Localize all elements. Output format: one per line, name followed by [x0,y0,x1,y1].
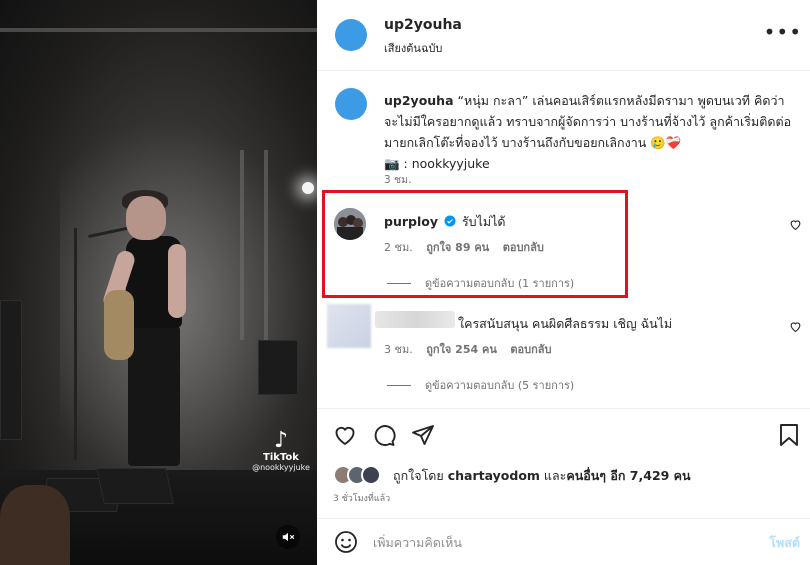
guitar [104,290,134,360]
likes-summary: ถูกใจโดย chartayodom และคนอื่นๆ อีก 7,42… [333,465,691,487]
liked-by-user[interactable]: chartayodom [448,468,540,483]
replies-dash [387,384,411,386]
caption-credit-prefix: 📷 : [384,156,412,171]
tiktok-logo-icon: ♪ [273,428,289,453]
lighting-truss [264,150,268,340]
view-replies-label: ดูข้อความตอบกลับ (5 รายการ) [425,379,575,392]
lighting-truss [0,28,317,32]
comment-like-heart-icon[interactable] [789,218,802,231]
liked-by-text: ถูกใจโดย chartayodom และคนอื่นๆ อีก 7,42… [393,466,691,486]
performer-legs [128,326,180,466]
commenter-username-blurred [375,311,455,328]
caption-time: 3 ชม. [384,174,412,186]
tiktok-brand: TikTok [263,452,299,463]
caption-credit: nookkyyjuke [411,156,490,171]
comment-line: ใครสนับสนุน คนผิดศีลธรรม เชิญ ฉันไม่ [458,314,672,334]
post-video[interactable]: ♪ TikTok @nookkyyjuke [0,0,317,565]
commenter-avatar-blurred[interactable] [327,304,371,348]
author-avatar[interactable] [335,19,367,51]
amp-cabinet [258,340,298,395]
caption-text: up2youha “หนุ่ม กะลา” เล่นคอนเสิร์ตแรกหล… [384,90,794,174]
comment-text: ใครสนับสนุน คนผิดศีลธรรม เชิญ ฉันไม่ [458,316,673,331]
tiktok-watermark: ♪ TikTok @nookkyyjuke [248,428,314,473]
mute-button[interactable] [276,525,300,549]
comment-input[interactable] [373,531,743,553]
reply-button[interactable]: ตอบกลับ [510,343,551,356]
comment-bubble-icon[interactable] [372,423,396,447]
post-panel: up2youha เสียงต้นฉบับ ••• up2youha “หนุ่… [317,0,810,565]
action-icons [333,423,435,447]
amp-cabinet [0,300,22,440]
mic-stand [74,228,77,460]
performer-arm [168,244,186,318]
share-send-icon[interactable] [411,423,435,447]
liker-avatars[interactable] [333,465,387,487]
post-header: up2youha เสียงต้นฉบับ ••• [317,0,810,71]
tiktok-handle: @nookkyyjuke [252,463,310,472]
stage-haze [60,120,317,480]
comment-meta: 3 ชม. ถูกใจ 254 คน ตอบกลับ [384,340,561,358]
performer-head [126,196,166,240]
liker-avatar [361,465,381,485]
stage-monitor [96,468,174,504]
comment-like-heart-icon[interactable] [789,320,802,333]
lighting-truss [240,150,244,340]
post-actions: ถูกใจโดย chartayodom และคนอื่นๆ อีก 7,42… [317,408,810,518]
comment-time: 3 ชม. [384,343,413,356]
comment-composer: โพสต์ [317,518,810,565]
view-replies-button[interactable]: ดูข้อความตอบกลับ (5 รายการ) [387,376,574,394]
post-comment-button[interactable]: โพสต์ [769,533,800,553]
like-heart-icon[interactable] [333,423,357,447]
comment-likes[interactable]: ถูกใจ 254 คน [426,343,497,356]
original-audio-link[interactable]: เสียงต้นฉบับ [384,39,442,57]
emoji-icon[interactable] [334,530,358,554]
audience-silhouette [0,485,70,565]
more-options-icon[interactable]: ••• [764,20,802,44]
stage-spotlight [302,182,314,194]
author-username[interactable]: up2youha [384,17,462,33]
caption-username[interactable]: up2youha [384,93,454,108]
speaker-muted-icon [282,532,295,542]
liked-by-prefix: ถูกใจโดย [393,468,448,483]
caption-avatar[interactable] [335,88,367,120]
save-bookmark-icon[interactable] [778,423,800,447]
post-time-ago[interactable]: 3 ชั่วโมงที่แล้ว [333,491,390,505]
liked-by-others[interactable]: คนอื่นๆ อีก 7,429 คน [566,468,690,483]
liked-by-mid: และ [539,468,567,483]
highlight-box [322,190,628,298]
